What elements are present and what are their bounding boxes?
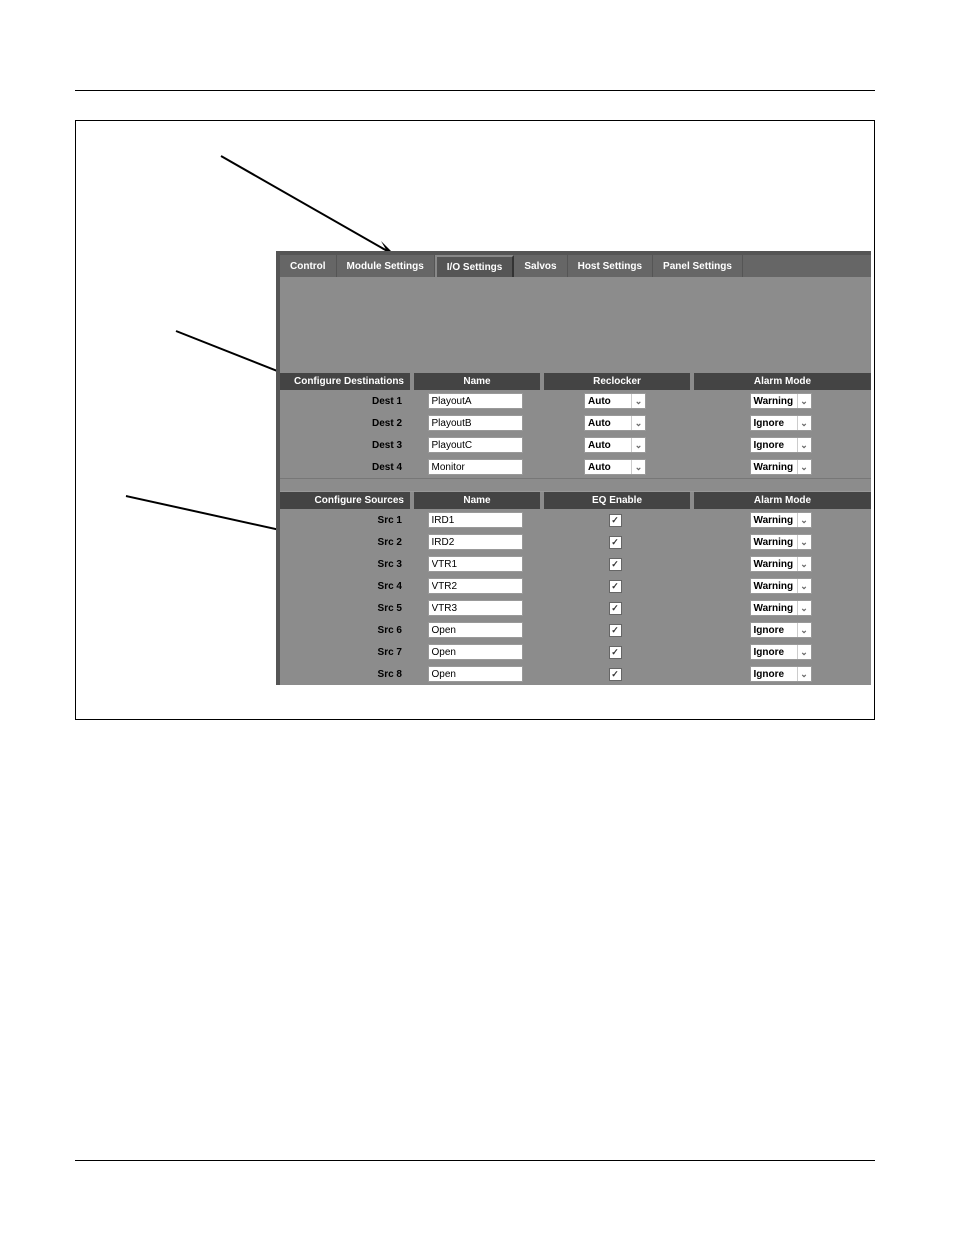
source-label: Src 5 (280, 603, 410, 614)
alarm-mode-select[interactable]: Warning⌄ (750, 556, 812, 572)
destination-name-input[interactable] (428, 437, 523, 453)
chevron-down-icon: ⌄ (797, 438, 811, 452)
section-divider (280, 478, 871, 492)
chevron-down-icon: ⌄ (797, 667, 811, 681)
source-row: Src 4 ✓ Warning⌄ (280, 575, 871, 597)
chevron-down-icon: ⌄ (631, 460, 645, 474)
destinations-col-alarm: Alarm Mode (690, 373, 871, 390)
source-row: Src 6 ✓ Ignore⌄ (280, 619, 871, 641)
source-label: Src 4 (280, 581, 410, 592)
source-label: Src 2 (280, 537, 410, 548)
chevron-down-icon: ⌄ (797, 579, 811, 593)
destination-row: Dest 1 Auto⌄ Warning⌄ (280, 390, 871, 412)
alarm-mode-select[interactable]: Warning⌄ (750, 534, 812, 550)
app-panel: Control Module Settings I/O Settings Sal… (276, 251, 871, 685)
source-label: Src 3 (280, 559, 410, 570)
alarm-mode-select[interactable]: Warning⌄ (750, 578, 812, 594)
reclocker-select[interactable]: Auto⌄ (584, 459, 646, 475)
destination-label: Dest 2 (280, 418, 410, 429)
destinations-col-reclocker: Reclocker (540, 373, 690, 390)
destination-label: Dest 4 (280, 462, 410, 473)
sources-col-alarm: Alarm Mode (690, 492, 871, 509)
chevron-down-icon: ⌄ (797, 623, 811, 637)
source-name-input[interactable] (428, 578, 523, 594)
source-row: Src 7 ✓ Ignore⌄ (280, 641, 871, 663)
alarm-mode-select[interactable]: Ignore⌄ (750, 622, 812, 638)
sources-section-label: Configure Sources (280, 495, 410, 506)
source-name-input[interactable] (428, 600, 523, 616)
source-row: Src 1 ✓ Warning⌄ (280, 509, 871, 531)
source-label: Src 6 (280, 625, 410, 636)
reclocker-select[interactable]: Auto⌄ (584, 437, 646, 453)
tab-bar: Control Module Settings I/O Settings Sal… (280, 255, 871, 277)
chevron-down-icon: ⌄ (797, 557, 811, 571)
chevron-down-icon: ⌄ (797, 513, 811, 527)
chevron-down-icon: ⌄ (631, 416, 645, 430)
alarm-mode-select[interactable]: Ignore⌄ (750, 437, 812, 453)
destination-row: Dest 3 Auto⌄ Ignore⌄ (280, 434, 871, 456)
tab-control[interactable]: Control (280, 255, 337, 277)
source-name-input[interactable] (428, 534, 523, 550)
destination-name-input[interactable] (428, 393, 523, 409)
alarm-mode-select[interactable]: Ignore⌄ (750, 666, 812, 682)
alarm-mode-select[interactable]: Ignore⌄ (750, 644, 812, 660)
page-rule-bottom (75, 1160, 875, 1161)
eq-enable-checkbox[interactable]: ✓ (609, 624, 622, 637)
destination-row: Dest 4 Auto⌄ Warning⌄ (280, 456, 871, 478)
source-label: Src 1 (280, 515, 410, 526)
destination-label: Dest 3 (280, 440, 410, 451)
alarm-mode-select[interactable]: Warning⌄ (750, 459, 812, 475)
destination-name-input[interactable] (428, 459, 523, 475)
eq-enable-checkbox[interactable]: ✓ (609, 558, 622, 571)
source-name-input[interactable] (428, 512, 523, 528)
chevron-down-icon: ⌄ (797, 645, 811, 659)
chevron-down-icon: ⌄ (797, 601, 811, 615)
eq-enable-checkbox[interactable]: ✓ (609, 646, 622, 659)
chevron-down-icon: ⌄ (797, 416, 811, 430)
alarm-mode-select[interactable]: Ignore⌄ (750, 415, 812, 431)
chevron-down-icon: ⌄ (797, 394, 811, 408)
source-label: Src 7 (280, 647, 410, 658)
tab-host-settings[interactable]: Host Settings (568, 255, 653, 277)
io-settings-content: Configure Destinations Name Reclocker Al… (280, 277, 871, 685)
eq-enable-checkbox[interactable]: ✓ (609, 602, 622, 615)
tab-panel-settings[interactable]: Panel Settings (653, 255, 743, 277)
destination-label: Dest 1 (280, 396, 410, 407)
page-rule-top (75, 90, 875, 91)
chevron-down-icon: ⌄ (631, 438, 645, 452)
figure-frame: Control Module Settings I/O Settings Sal… (75, 120, 875, 720)
chevron-down-icon: ⌄ (797, 460, 811, 474)
destination-row: Dest 2 Auto⌄ Ignore⌄ (280, 412, 871, 434)
source-row: Src 5 ✓ Warning⌄ (280, 597, 871, 619)
source-label: Src 8 (280, 669, 410, 680)
sources-header: Configure Sources Name EQ Enable Alarm M… (280, 492, 871, 509)
destinations-header: Configure Destinations Name Reclocker Al… (280, 373, 871, 390)
destinations-section-label: Configure Destinations (280, 376, 410, 387)
source-row: Src 8 ✓ Ignore⌄ (280, 663, 871, 685)
source-row: Src 2 ✓ Warning⌄ (280, 531, 871, 553)
eq-enable-checkbox[interactable]: ✓ (609, 536, 622, 549)
tab-salvos[interactable]: Salvos (514, 255, 567, 277)
destination-name-input[interactable] (428, 415, 523, 431)
destinations-col-name: Name (410, 373, 540, 390)
alarm-mode-select[interactable]: Warning⌄ (750, 393, 812, 409)
source-row: Src 3 ✓ Warning⌄ (280, 553, 871, 575)
source-name-input[interactable] (428, 622, 523, 638)
chevron-down-icon: ⌄ (797, 535, 811, 549)
sources-col-name: Name (410, 492, 540, 509)
source-name-input[interactable] (428, 644, 523, 660)
source-name-input[interactable] (428, 666, 523, 682)
sources-col-eq-enable: EQ Enable (540, 492, 690, 509)
eq-enable-checkbox[interactable]: ✓ (609, 668, 622, 681)
source-name-input[interactable] (428, 556, 523, 572)
tab-module-settings[interactable]: Module Settings (337, 255, 435, 277)
alarm-mode-select[interactable]: Warning⌄ (750, 512, 812, 528)
eq-enable-checkbox[interactable]: ✓ (609, 580, 622, 593)
alarm-mode-select[interactable]: Warning⌄ (750, 600, 812, 616)
reclocker-select[interactable]: Auto⌄ (584, 393, 646, 409)
tab-io-settings[interactable]: I/O Settings (435, 255, 515, 277)
eq-enable-checkbox[interactable]: ✓ (609, 514, 622, 527)
chevron-down-icon: ⌄ (631, 394, 645, 408)
reclocker-select[interactable]: Auto⌄ (584, 415, 646, 431)
